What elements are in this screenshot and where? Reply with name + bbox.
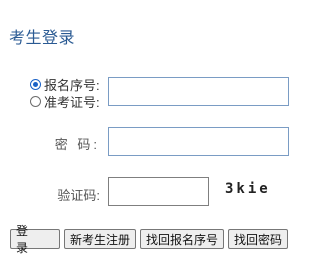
id-type-radio-group: 报名序号: 准考证号: bbox=[30, 76, 100, 110]
radio-option-registration-number[interactable]: 报名序号: bbox=[30, 76, 100, 93]
captcha-image[interactable]: 3kie bbox=[225, 181, 271, 197]
captcha-input[interactable] bbox=[108, 177, 209, 206]
password-label: 密 码: bbox=[54, 137, 100, 152]
page-title: 考生登录 bbox=[9, 30, 76, 47]
login-button[interactable]: 登 录 bbox=[10, 224, 60, 255]
register-button[interactable]: 新考生注册 bbox=[64, 229, 137, 249]
recover-id-button[interactable]: 找回报名序号 bbox=[140, 229, 225, 249]
radio-button-admission-ticket[interactable] bbox=[30, 95, 41, 107]
recover-password-button[interactable]: 找回密码 bbox=[228, 229, 289, 249]
login-page: 考生登录 报名序号: 准考证号: 密 码: 验证码: 3kie 登 录 新考生注… bbox=[0, 0, 327, 257]
radio-label-admission-ticket: 准考证号: bbox=[44, 94, 100, 110]
radio-button-registration-number[interactable] bbox=[30, 78, 41, 90]
captcha-label: 验证码: bbox=[57, 188, 100, 203]
password-input[interactable] bbox=[108, 127, 289, 156]
radio-option-admission-ticket[interactable]: 准考证号: bbox=[30, 93, 100, 110]
button-bar: 登 录 新考生注册 找回报名序号 找回密码 bbox=[10, 224, 289, 255]
id-input[interactable] bbox=[108, 77, 289, 106]
